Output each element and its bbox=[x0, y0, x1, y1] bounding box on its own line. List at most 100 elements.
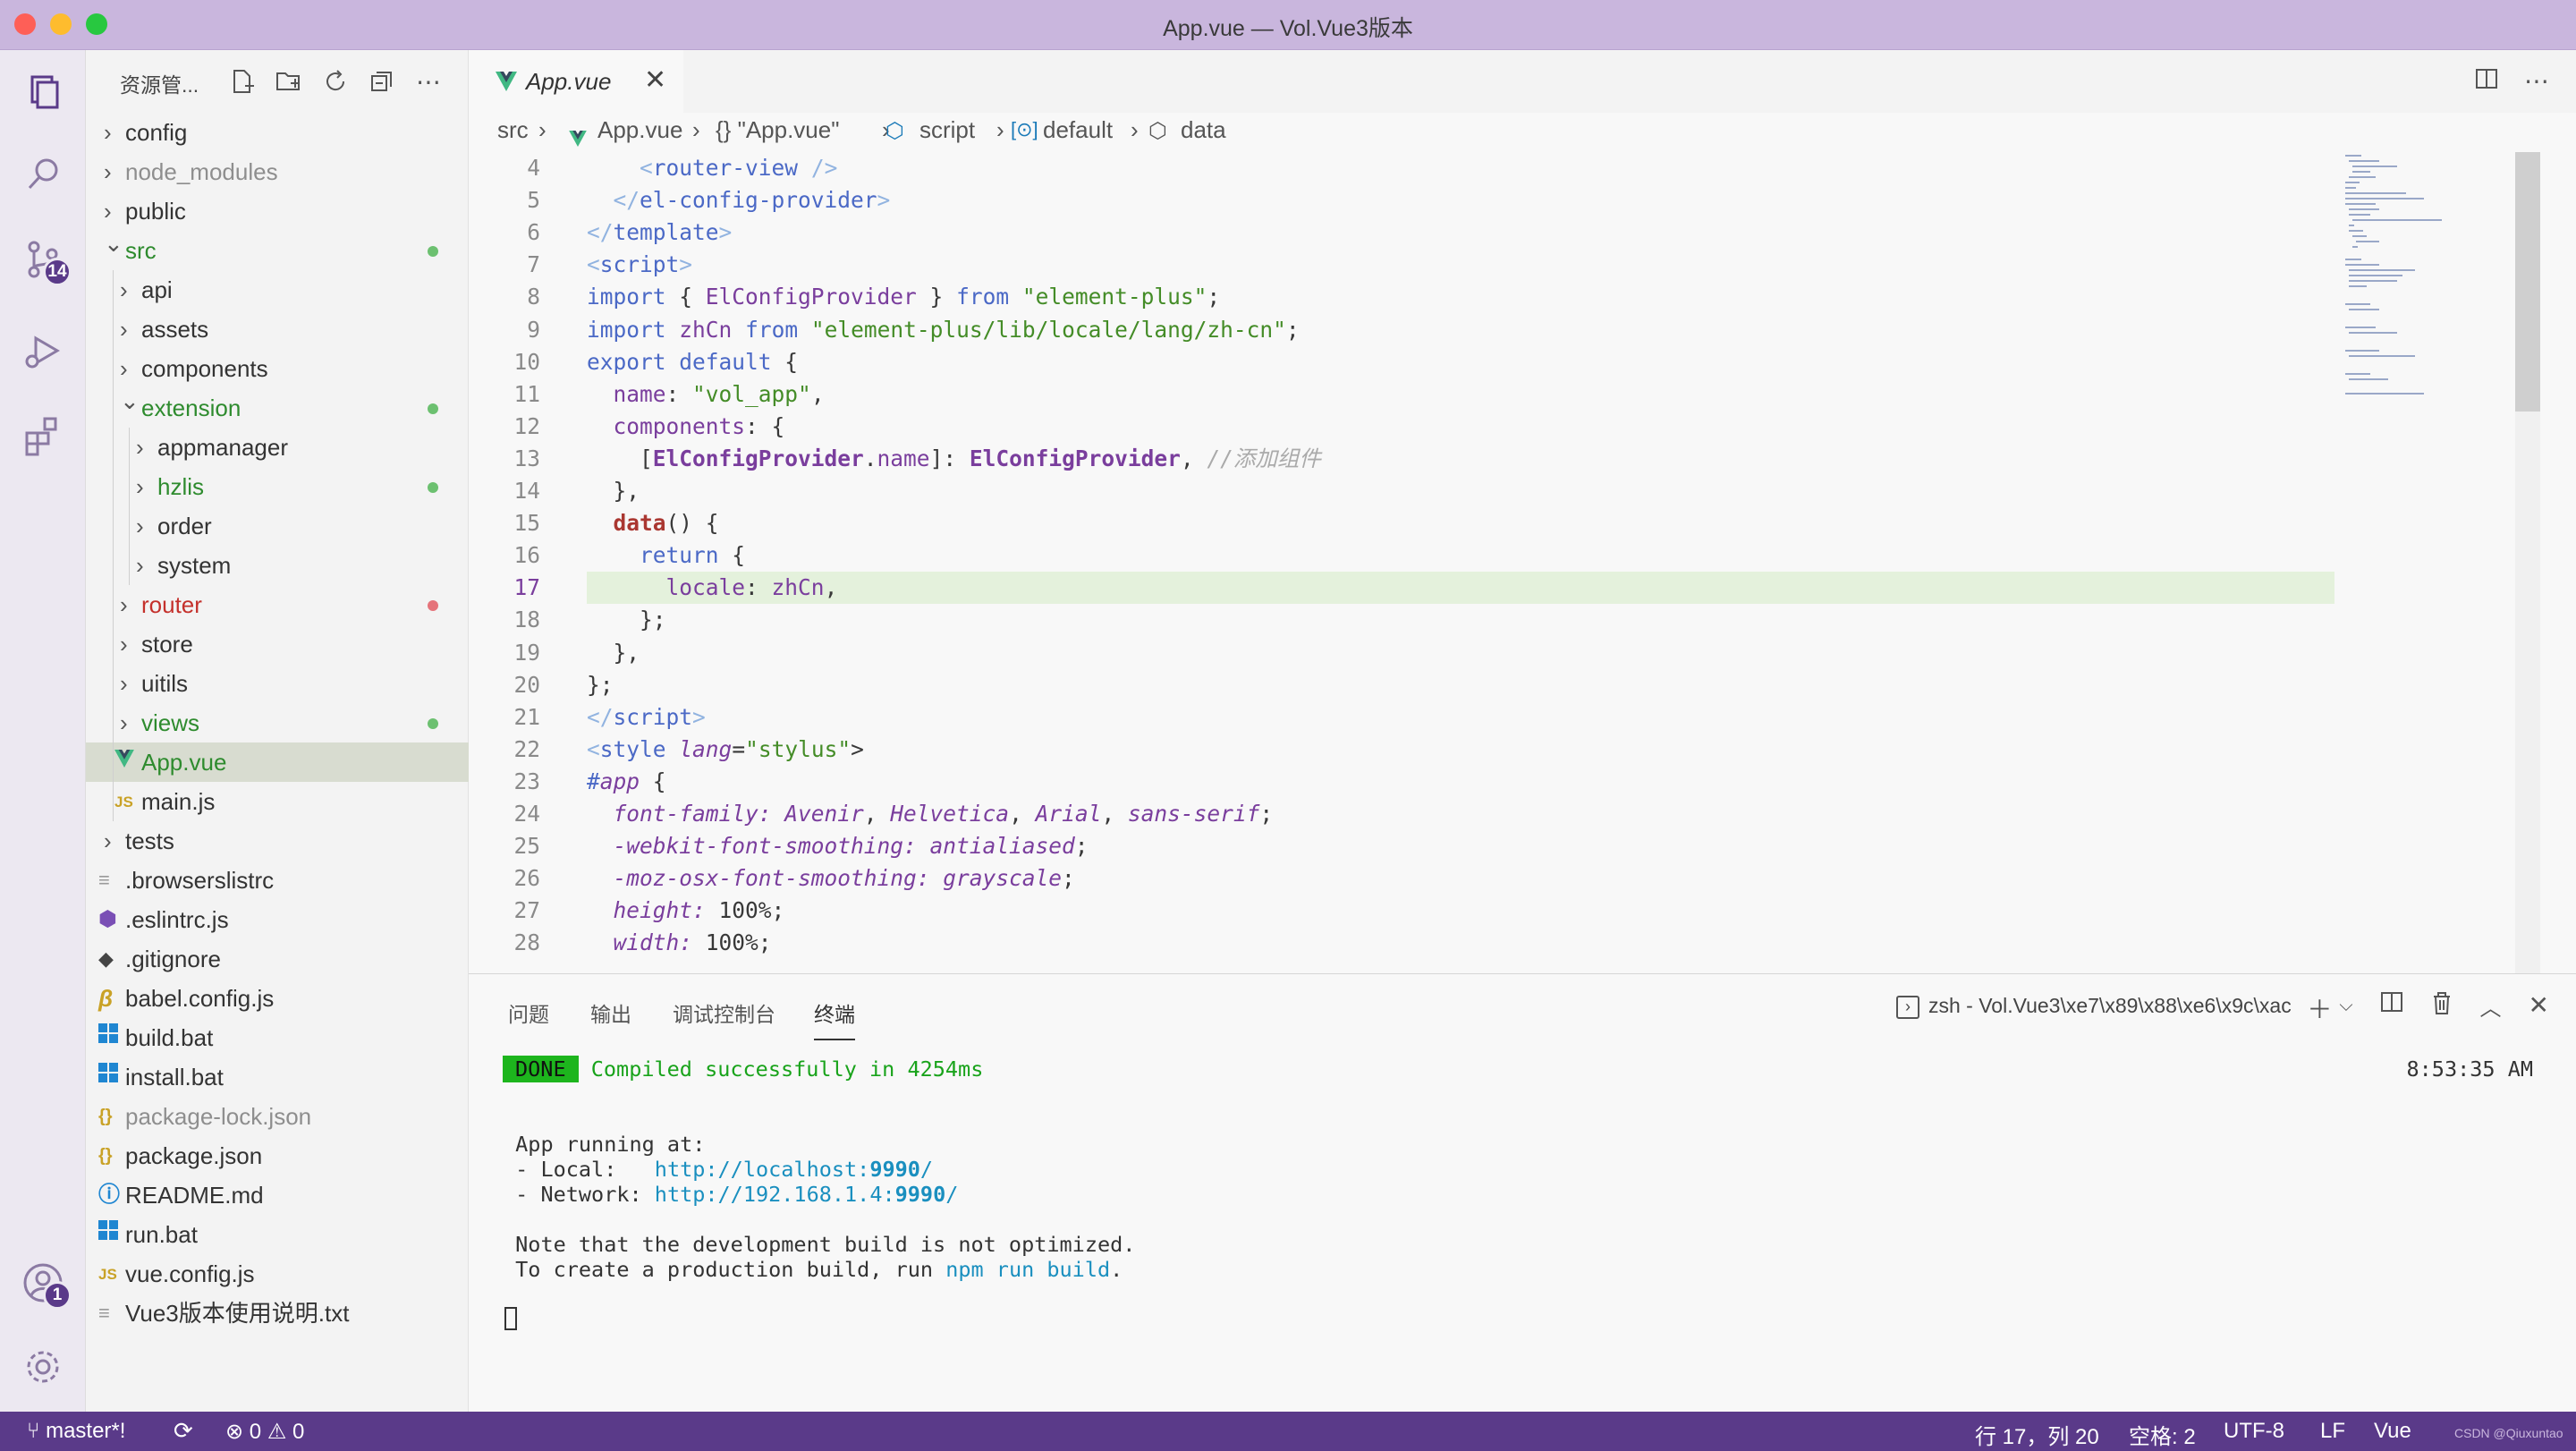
minimap[interactable] bbox=[2343, 152, 2451, 420]
editor-more-actions-icon[interactable]: ⋯ bbox=[2524, 66, 2549, 98]
file-item-install-bat[interactable]: install.bat bbox=[86, 1057, 469, 1097]
tab-output[interactable]: 输出 bbox=[590, 997, 631, 1028]
code-line[interactable]: 13 [ElConfigProvider.name]: ElConfigProv… bbox=[469, 443, 2540, 475]
new-terminal-icon[interactable]: ＋ bbox=[2307, 990, 2332, 1026]
trash-icon[interactable] bbox=[2430, 990, 2453, 1026]
sync-icon[interactable]: ⟳ bbox=[174, 1417, 193, 1445]
code-line[interactable]: 16 return { bbox=[469, 539, 2540, 572]
code-line[interactable]: 15 data() { bbox=[469, 507, 2540, 539]
explorer-icon[interactable] bbox=[21, 70, 64, 113]
code-line[interactable]: 19 }, bbox=[469, 637, 2540, 669]
run-debug-icon[interactable] bbox=[21, 329, 64, 372]
file-item-package-lock-json[interactable]: {} package-lock.json bbox=[86, 1097, 469, 1136]
code-line[interactable]: 12 components: { bbox=[469, 411, 2540, 443]
folder-item-public[interactable]: › public bbox=[86, 191, 469, 231]
code-line[interactable]: 7 <script> bbox=[469, 249, 2540, 281]
code-line[interactable]: 17 locale: zhCn, bbox=[469, 572, 2540, 605]
folder-item-hzlis[interactable]: › hzlis bbox=[86, 467, 469, 506]
close-panel-icon[interactable]: ✕ bbox=[2529, 990, 2549, 1026]
file-item-gitignore[interactable]: ◆ .gitignore bbox=[86, 939, 469, 979]
code-line[interactable]: 9 import zhCn from "element-plus/lib/loca… bbox=[469, 314, 2540, 346]
folder-item-node-modules[interactable]: › node_modules bbox=[86, 152, 469, 191]
file-item-vue-config-js[interactable]: JS vue.config.js bbox=[86, 1254, 469, 1294]
code-line[interactable]: 25 -webkit-font-smoothing: antialiased; bbox=[469, 830, 2540, 862]
breadcrumb-src[interactable]: src bbox=[497, 116, 529, 144]
tab-problems[interactable]: 问题 bbox=[508, 997, 549, 1028]
line-ending[interactable]: LF bbox=[2320, 1419, 2345, 1444]
cursor-position[interactable]: 行 17，列 20 bbox=[1975, 1419, 2099, 1450]
local-url[interactable]: http://localhost:9990/ bbox=[655, 1157, 933, 1182]
tab-debug-console[interactable]: 调试控制台 bbox=[673, 997, 775, 1028]
maximize-panel-icon[interactable]: ︿ bbox=[2480, 990, 2502, 1026]
folder-item-system[interactable]: › system bbox=[86, 546, 469, 585]
search-icon[interactable] bbox=[21, 152, 64, 195]
tab-close-icon[interactable]: ✕ bbox=[644, 64, 666, 96]
file-item-babel-config-js[interactable]: β babel.config.js bbox=[86, 979, 469, 1018]
editor-scrollbar-thumb[interactable] bbox=[2515, 152, 2540, 412]
file-item-package-json[interactable]: {} package.json bbox=[86, 1136, 469, 1175]
code-line[interactable]: 20}; bbox=[469, 669, 2540, 701]
file-item-build-bat[interactable]: build.bat bbox=[86, 1018, 469, 1057]
new-file-icon[interactable] bbox=[227, 66, 258, 97]
language-mode[interactable]: Vue bbox=[2374, 1419, 2411, 1444]
folder-item-order[interactable]: › order bbox=[86, 506, 469, 546]
folder-item-store[interactable]: › store bbox=[86, 624, 469, 664]
code-line[interactable]: 24 font-family: Avenir, Helvetica, Arial… bbox=[469, 798, 2540, 830]
code-line[interactable]: 4 <router-view /> bbox=[469, 152, 2540, 184]
code-line[interactable]: 14 }, bbox=[469, 475, 2540, 507]
file-item-run-bat[interactable]: run.bat bbox=[86, 1215, 469, 1254]
code-line[interactable]: 5 </el-config-provider> bbox=[469, 184, 2540, 216]
problems-status[interactable]: ⊗ 0 ⚠ 0 bbox=[225, 1419, 304, 1445]
indentation[interactable]: 空格: 2 bbox=[2129, 1419, 2196, 1450]
code-line[interactable]: 11 name: "vol_app", bbox=[469, 378, 2540, 411]
code-line[interactable]: 27 height: 100%; bbox=[469, 895, 2540, 927]
file-item-readme-md[interactable]: ⓘ README.md bbox=[86, 1175, 469, 1215]
more-actions-icon[interactable]: ⋯ bbox=[413, 66, 444, 97]
folder-item-config[interactable]: › config bbox=[86, 113, 469, 152]
breadcrumb-data[interactable]: data bbox=[1181, 116, 1226, 144]
refresh-icon[interactable] bbox=[320, 66, 351, 97]
code-line[interactable]: 28 width: 100%; bbox=[469, 927, 2540, 959]
code-line[interactable]: 6 </template> bbox=[469, 216, 2540, 249]
folder-item-tests[interactable]: › tests bbox=[86, 821, 469, 861]
tab-terminal[interactable]: 终端 bbox=[814, 997, 855, 1040]
folder-item-components[interactable]: › components bbox=[86, 349, 469, 388]
network-url[interactable]: http://192.168.1.4:9990/ bbox=[655, 1182, 959, 1207]
file-item-vue3-txt[interactable]: ≡ Vue3版本使用说明.txt bbox=[86, 1294, 469, 1333]
folder-item-api[interactable]: › api bbox=[86, 270, 469, 310]
breadcrumb-file[interactable]: App.vue bbox=[597, 116, 682, 144]
file-item-eslintrc-js[interactable]: ⬢ .eslintrc.js bbox=[86, 900, 469, 939]
code-line[interactable]: 8 import { ElConfigProvider } from "eleme… bbox=[469, 281, 2540, 313]
git-branch[interactable]: ⑂ master*! bbox=[27, 1419, 125, 1444]
collapse-all-icon[interactable] bbox=[367, 66, 397, 97]
code-line[interactable]: 23 #app { bbox=[469, 766, 2540, 798]
code-line[interactable]: 18 }; bbox=[469, 604, 2540, 636]
file-item-browserslistrc[interactable]: ≡ .browserslistrc bbox=[86, 861, 469, 900]
code-line[interactable]: 21 </script> bbox=[469, 701, 2540, 734]
split-editor-icon[interactable] bbox=[2474, 66, 2499, 98]
terminal-selector[interactable]: › zsh - Vol.Vue3\xe7\x89\x88\xe6\x9c\xac bbox=[1896, 994, 2292, 1019]
encoding[interactable]: UTF-8 bbox=[2224, 1419, 2284, 1444]
file-item-main-js[interactable]: JS main.js bbox=[86, 782, 469, 821]
code-line[interactable]: 22 <style lang="stylus"> bbox=[469, 734, 2540, 766]
split-terminal-icon[interactable] bbox=[2380, 990, 2403, 1026]
folder-item-src[interactable]: ⌄ src bbox=[86, 230, 469, 270]
folder-item-assets[interactable]: › assets bbox=[86, 310, 469, 349]
folder-item-uitils[interactable]: › uitils bbox=[86, 664, 469, 703]
source-control-icon[interactable]: 14 bbox=[21, 238, 72, 286]
tab-app-vue[interactable]: App.vue ✕ bbox=[469, 50, 683, 113]
code-line[interactable]: 10 export default { bbox=[469, 346, 2540, 378]
folder-item-appmanager[interactable]: › appmanager bbox=[86, 428, 469, 467]
breadcrumb-module[interactable]: {} "App.vue" bbox=[716, 116, 839, 144]
code-editor[interactable]: 28 width: 100%; 27 height: 100%; 26 -moz-o… bbox=[469, 152, 2540, 973]
folder-item-router[interactable]: › router bbox=[86, 585, 469, 624]
file-item-app-vue[interactable]: App.vue bbox=[86, 742, 469, 782]
extensions-icon[interactable] bbox=[21, 413, 64, 456]
account-icon[interactable]: 1 bbox=[21, 1261, 72, 1310]
breadcrumb-default[interactable]: default bbox=[1043, 116, 1113, 144]
new-folder-icon[interactable] bbox=[274, 66, 304, 97]
folder-item-extension[interactable]: ⌄ extension bbox=[86, 387, 469, 428]
editor-scrollbar[interactable] bbox=[2515, 152, 2540, 973]
chevron-down-icon[interactable]: ⌵ bbox=[2339, 990, 2352, 1026]
breadcrumb-script[interactable]: script bbox=[919, 116, 975, 144]
